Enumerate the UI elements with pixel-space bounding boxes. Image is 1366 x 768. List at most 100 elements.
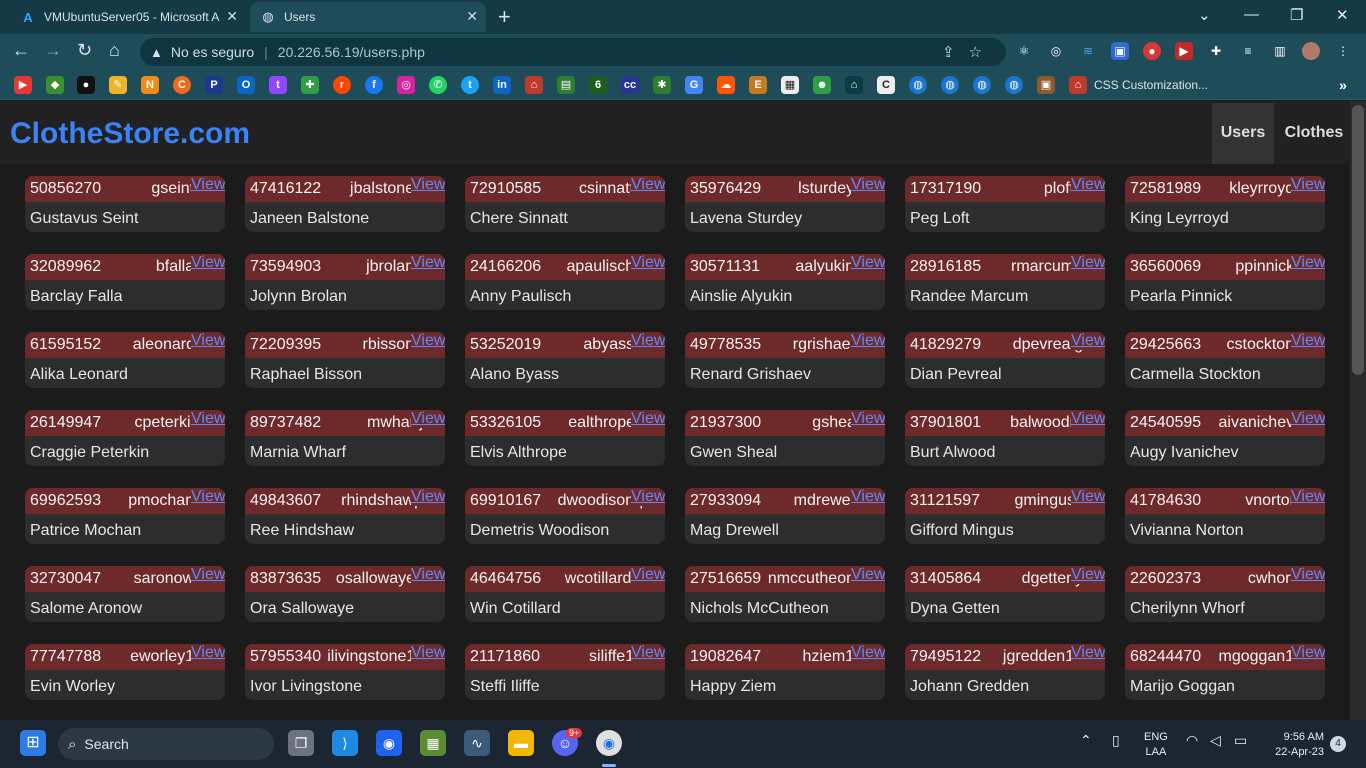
scrollbar-thumb[interactable]	[1352, 105, 1364, 375]
view-link[interactable]: View	[411, 332, 445, 350]
globe-icon[interactable]: ◍	[941, 76, 959, 94]
url-text[interactable]: 20.226.56.19/users.php	[278, 44, 425, 60]
view-link[interactable]: View	[851, 176, 885, 194]
translate-icon[interactable]: G	[685, 76, 703, 94]
chart-icon[interactable]: ▤	[557, 76, 575, 94]
view-link[interactable]: View	[1291, 488, 1325, 506]
view-link[interactable]: View	[411, 254, 445, 272]
task-view-icon[interactable]: ❐	[288, 730, 314, 756]
reload-icon[interactable]: ↻	[77, 40, 92, 61]
new-tab-button[interactable]: +	[498, 4, 511, 30]
view-link[interactable]: View	[411, 410, 445, 428]
store-icon[interactable]: ⌂	[525, 76, 543, 94]
view-link[interactable]: View	[411, 488, 445, 506]
view-link[interactable]: View	[631, 254, 665, 272]
view-link[interactable]: View	[631, 332, 665, 350]
c-icon[interactable]: C	[173, 76, 191, 94]
github-icon[interactable]: ●	[77, 76, 95, 94]
view-link[interactable]: View	[1291, 566, 1325, 584]
page-scrollbar[interactable]	[1350, 101, 1366, 720]
globe-icon[interactable]: ◍	[909, 76, 927, 94]
back-icon[interactable]: ←	[12, 40, 30, 61]
taskbar-search[interactable]: ⌕ Search	[58, 728, 274, 760]
view-link[interactable]: View	[631, 410, 665, 428]
view-link[interactable]: View	[191, 254, 225, 272]
view-link[interactable]: View	[631, 566, 665, 584]
bookmark-css-customization[interactable]: CSS Customization...	[1094, 78, 1208, 92]
warning-icon[interactable]: ▲	[150, 45, 163, 60]
system-clock[interactable]: 9:56 AM 22-Apr-23	[1264, 730, 1324, 760]
view-link[interactable]: View	[1071, 332, 1105, 350]
view-link[interactable]: View	[1291, 176, 1325, 194]
view-link[interactable]: View	[1071, 410, 1105, 428]
view-link[interactable]: View	[631, 176, 665, 194]
puzzle-icon[interactable]: ✚	[301, 76, 319, 94]
forward-icon[interactable]: →	[44, 40, 62, 61]
globe-icon[interactable]: ◍	[1005, 76, 1023, 94]
box-icon[interactable]: ▣	[1037, 76, 1055, 94]
ng-icon[interactable]: N	[141, 76, 159, 94]
view-link[interactable]: View	[1291, 410, 1325, 428]
view-link[interactable]: View	[191, 566, 225, 584]
twitch-icon[interactable]: t	[269, 76, 287, 94]
glasses-icon[interactable]: ◎	[1047, 42, 1065, 60]
linkedin-icon[interactable]: in	[493, 76, 511, 94]
view-link[interactable]: View	[411, 566, 445, 584]
view-link[interactable]: View	[1291, 332, 1325, 350]
security-label[interactable]: No es seguro	[171, 44, 254, 60]
hat-icon[interactable]: ⌂	[845, 76, 863, 94]
close-window-button[interactable]: ✕	[1336, 6, 1349, 24]
react-icon[interactable]: ⚛	[1015, 42, 1033, 60]
view-link[interactable]: View	[411, 644, 445, 662]
e-icon[interactable]: E	[749, 76, 767, 94]
outlook-icon[interactable]: O	[237, 76, 255, 94]
css-icon[interactable]: ▣	[1111, 42, 1129, 60]
view-link[interactable]: View	[851, 488, 885, 506]
view-link[interactable]: View	[1071, 644, 1105, 662]
view-link[interactable]: View	[411, 176, 445, 194]
menu-icon[interactable]: ⋮	[1334, 42, 1352, 60]
notification-badge[interactable]: 4	[1330, 736, 1346, 752]
address-bar[interactable]: ▲ No es seguro | 20.226.56.19/users.php …	[140, 38, 1006, 66]
nav-clothes[interactable]: Clothes	[1280, 103, 1348, 164]
language-indicator[interactable]: ENG LAA	[1144, 730, 1168, 760]
notes-icon[interactable]: ✎	[109, 76, 127, 94]
star-icon[interactable]: ✱	[653, 76, 671, 94]
view-link[interactable]: View	[851, 644, 885, 662]
bookmark-icon[interactable]: ◆	[46, 76, 64, 94]
soundcloud-icon[interactable]: ☁	[717, 76, 735, 94]
view-link[interactable]: View	[631, 488, 665, 506]
view-link[interactable]: View	[851, 254, 885, 272]
nav-users[interactable]: Users	[1212, 103, 1274, 164]
battery-icon[interactable]: ▭	[1234, 732, 1247, 749]
restore-button[interactable]: ❐	[1290, 6, 1303, 24]
store-icon[interactable]: ⌂	[1069, 76, 1087, 94]
share-star-icons[interactable]: ⇪☆	[942, 43, 996, 61]
leaf-icon[interactable]: 6	[589, 76, 607, 94]
view-link[interactable]: View	[191, 332, 225, 350]
view-link[interactable]: View	[1291, 254, 1325, 272]
usb-icon[interactable]: ▯	[1112, 732, 1120, 749]
minimize-button[interactable]: —	[1244, 6, 1259, 23]
extensions-icon[interactable]: ✚	[1207, 42, 1225, 60]
windows-start-icon[interactable]: ⊞	[20, 730, 46, 756]
view-link[interactable]: View	[851, 332, 885, 350]
cc-icon[interactable]: cc	[621, 76, 639, 94]
screen-recorder-icon[interactable]: ▶	[1175, 42, 1193, 60]
signal-icon[interactable]: ≋	[1079, 42, 1097, 60]
vscode-icon[interactable]: ⟩	[332, 730, 358, 756]
tab-close-icon[interactable]: ✕	[226, 8, 238, 25]
tab-users[interactable]: ◍ Users ✕	[250, 2, 486, 32]
tab-search-icon[interactable]: ⌄	[1198, 6, 1211, 24]
view-link[interactable]: View	[851, 566, 885, 584]
profile-avatar[interactable]	[1302, 42, 1320, 60]
chevron-up-icon[interactable]: ⌃	[1080, 732, 1092, 749]
c-letter-icon[interactable]: C	[877, 76, 895, 94]
view-link[interactable]: View	[191, 644, 225, 662]
media-icon[interactable]: ≡	[1239, 42, 1257, 60]
view-link[interactable]: View	[1291, 644, 1325, 662]
view-link[interactable]: View	[191, 488, 225, 506]
docker-icon[interactable]: ◉	[376, 730, 402, 756]
file-explorer-icon[interactable]: ▬	[508, 730, 534, 756]
view-link[interactable]: View	[1071, 488, 1105, 506]
